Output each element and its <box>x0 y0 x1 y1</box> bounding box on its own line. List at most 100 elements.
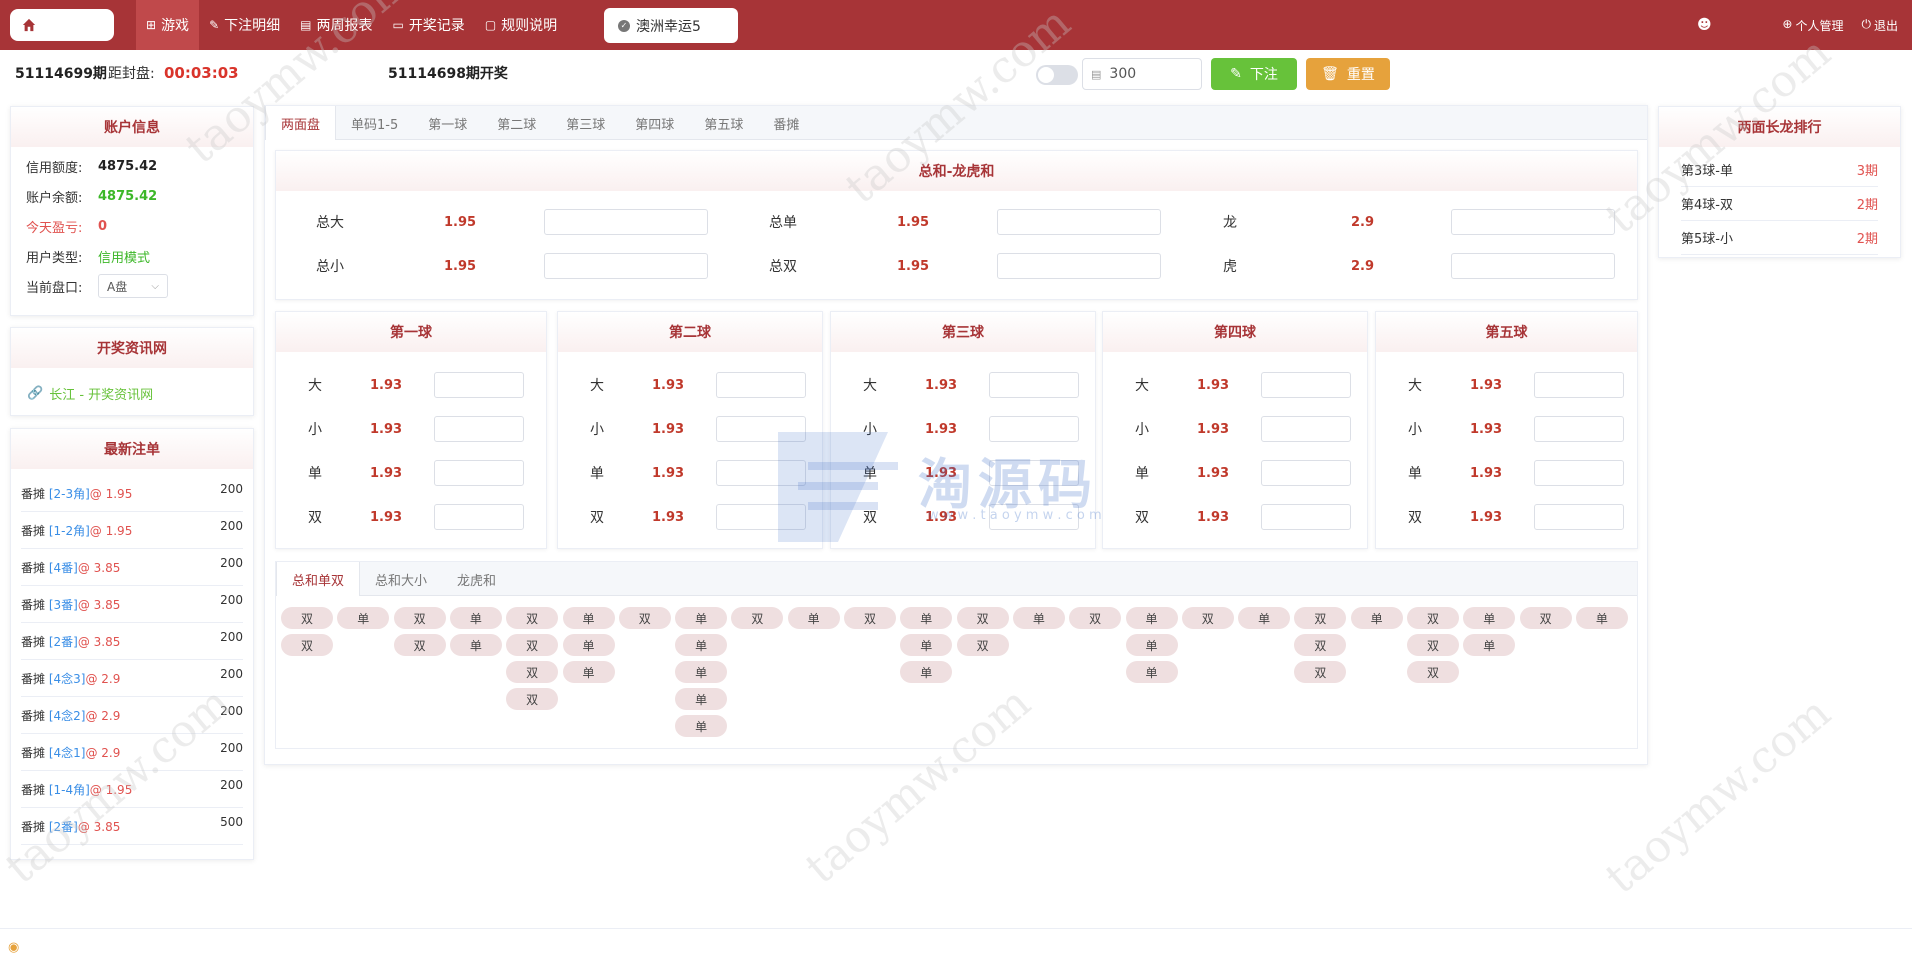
option-amount-input[interactable] <box>716 460 806 486</box>
nav-item-3[interactable]: ▭ 开奖记录 <box>382 0 474 50</box>
road-tab-0[interactable]: 总和单双 <box>276 562 361 596</box>
ball-option: 大 1.93 <box>308 372 524 398</box>
option-amount-input[interactable] <box>1534 504 1624 530</box>
road-tab-1[interactable]: 总和大小 <box>360 562 442 596</box>
option-amount-input[interactable] <box>434 416 524 442</box>
ranking-title: 两面长龙排行 <box>1659 107 1900 147</box>
road-chip: 单 <box>1463 607 1516 629</box>
option-amount-input[interactable] <box>716 372 806 398</box>
user-menu-item-0[interactable]: ⊕ 个人管理 <box>1782 17 1843 34</box>
option-amount-input[interactable] <box>1261 416 1351 442</box>
option-odds: 1.95 <box>444 214 477 230</box>
home-button[interactable] <box>10 9 114 41</box>
option-amount-input[interactable] <box>989 460 1079 486</box>
road-chip: 单 <box>787 607 840 629</box>
road-chip: 单 <box>675 661 728 683</box>
latest-bet-row: 番摊 [4念3]@ 2.9 200 <box>21 660 243 697</box>
option-amount-input[interactable] <box>1534 372 1624 398</box>
option-name: 双 <box>308 510 322 526</box>
play-tab-3[interactable]: 第二球 <box>482 106 551 140</box>
nav-item-1[interactable]: ✎ 下注明细 <box>199 0 290 50</box>
nav-item-label: 规则说明 <box>501 18 558 34</box>
option-amount-input[interactable] <box>544 209 708 235</box>
plate-select[interactable]: A盘 ⌵ <box>98 274 168 298</box>
option-amount-input[interactable] <box>544 253 708 279</box>
road-chip: 单 <box>562 634 615 656</box>
info-link[interactable]: 🔗 长江 - 开奖资讯网 <box>11 368 253 418</box>
option-amount-input[interactable] <box>989 504 1079 530</box>
option-amount-input[interactable] <box>997 209 1161 235</box>
play-tab-0[interactable]: 两面盘 <box>265 106 337 140</box>
amount-input[interactable]: ▤ 300 <box>1082 58 1202 90</box>
profit-value: 0 <box>98 218 108 234</box>
bet-number: [2番] <box>48 634 78 649</box>
type-value: 信用模式 <box>98 250 151 266</box>
option-amount-input[interactable] <box>1534 416 1624 442</box>
option-amount-input[interactable] <box>434 372 524 398</box>
play-tab-6[interactable]: 第五球 <box>689 106 758 140</box>
option-amount-input[interactable] <box>997 253 1161 279</box>
option-amount-input[interactable] <box>434 460 524 486</box>
credit-label: 信用额度: <box>26 160 83 176</box>
sum-option: 总大 1.95 <box>316 209 708 235</box>
bet-number: [2番] <box>48 819 78 834</box>
option-amount-input[interactable] <box>716 416 806 442</box>
nav-item-2[interactable]: ▤ 两周报表 <box>290 0 382 50</box>
ball-option: 双 1.93 <box>863 504 1079 530</box>
pencil-icon: ✎ <box>209 18 220 32</box>
user-menu-item-1[interactable]: ⏻ 退出 <box>1861 17 1898 34</box>
monitor-icon: ▭ <box>392 18 404 32</box>
option-amount-input[interactable] <box>1261 372 1351 398</box>
nav-item-4[interactable]: ▢ 规则说明 <box>475 0 567 50</box>
amount-value: 300 <box>1109 66 1137 82</box>
option-amount-input[interactable] <box>1534 460 1624 486</box>
option-amount-input[interactable] <box>989 372 1079 398</box>
option-amount-input[interactable] <box>989 416 1079 442</box>
option-odds: 1.93 <box>1470 421 1503 437</box>
bet-odds: @ 1.95 <box>89 523 133 538</box>
user-icon[interactable]: ☻ <box>1697 17 1712 33</box>
option-amount-input[interactable] <box>1451 209 1615 235</box>
option-amount-input[interactable] <box>1451 253 1615 279</box>
speaker-icon[interactable]: ◉ <box>8 940 19 955</box>
option-amount-input[interactable] <box>1261 460 1351 486</box>
bet-amount: 200 <box>220 704 243 718</box>
plate-row: 当前盘口: A盘 ⌵ <box>11 271 253 301</box>
ball-section-2: 第二球大 1.93 小 1.93 单 1.93 双 1.93 <box>557 311 823 549</box>
play-tab-1[interactable]: 单码1-5 <box>336 106 413 140</box>
credit-row: 信用额度: 4875.42 <box>11 151 253 181</box>
bet-button[interactable]: ✎ 下注 <box>1211 58 1297 90</box>
road-tab-2[interactable]: 龙虎和 <box>442 562 511 596</box>
balance-row: 账户余额: 4875.42 <box>11 181 253 211</box>
bet-number: [4念3] <box>48 671 86 686</box>
bet-type: 番摊 <box>21 634 49 649</box>
play-tab-2[interactable]: 第一球 <box>413 106 482 140</box>
calendar-icon: ▤ <box>300 18 312 32</box>
option-odds: 1.93 <box>1197 421 1230 437</box>
chevron-down-icon: ⌵ <box>151 280 159 292</box>
info-card-title: 开奖资讯网 <box>11 328 253 368</box>
home-icon <box>22 18 36 32</box>
option-amount-input[interactable] <box>1261 504 1351 530</box>
latest-bet-row: 番摊 [2番]@ 3.85 200 <box>21 623 243 660</box>
bet-type: 番摊 <box>21 486 49 501</box>
play-tab-7[interactable]: 番摊 <box>758 106 814 140</box>
reset-button[interactable]: 🗑 重置 <box>1306 58 1390 90</box>
option-amount-input[interactable] <box>716 504 806 530</box>
bet-desc: 番摊 [4番]@ 3.85 <box>21 559 120 576</box>
option-odds: 1.93 <box>1470 465 1503 481</box>
road-chip: 单 <box>1463 634 1516 656</box>
latest-bet-row: 番摊 [4念2]@ 2.9 200 <box>21 697 243 734</box>
road-chip: 双 <box>956 634 1009 656</box>
option-name: 小 <box>863 422 877 438</box>
game-tab[interactable]: ✓ 澳洲幸运5 <box>604 8 738 43</box>
nav-item-0[interactable]: ⊞ 游戏 <box>136 0 200 50</box>
latest-bet-row: 番摊 [3番]@ 3.85 200 <box>21 586 243 623</box>
play-tab-5[interactable]: 第四球 <box>620 106 689 140</box>
option-amount-input[interactable] <box>434 504 524 530</box>
road-chip: 单 <box>1238 607 1291 629</box>
play-tab-4[interactable]: 第三球 <box>551 106 620 140</box>
countdown-timer: 00:03:03 <box>164 64 239 82</box>
option-odds: 2.9 <box>1351 214 1375 230</box>
quick-bet-toggle[interactable] <box>1036 65 1078 85</box>
